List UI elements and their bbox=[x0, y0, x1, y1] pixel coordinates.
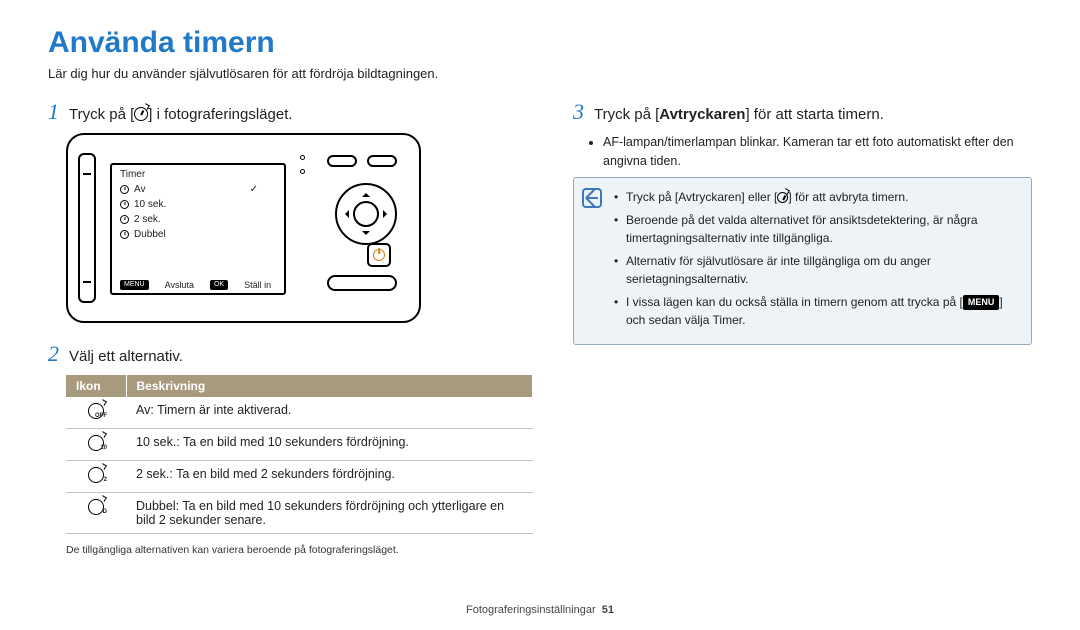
step-number-3: 3 bbox=[573, 99, 584, 125]
power-icon bbox=[367, 243, 391, 267]
step-3-note: AF-lampan/timerlampan blinkar. Kameran t… bbox=[603, 133, 1032, 171]
table-row: 22 sek.: Ta en bild med 2 sekunders förd… bbox=[66, 461, 533, 493]
camera-screen: Timer Av✓ 10 sek. 2 sek. Dubbel MENU Avsl… bbox=[110, 163, 286, 295]
step-2-text: Välj ett alternativ. bbox=[69, 346, 533, 367]
screen-opt-2: 2 sek. bbox=[120, 212, 276, 227]
menu-pill-icon: MENU bbox=[963, 295, 1000, 311]
th-icon: Ikon bbox=[66, 375, 126, 397]
timer-off-icon: OFF bbox=[88, 403, 104, 419]
ok-icon: OK bbox=[210, 280, 228, 290]
timer-icon bbox=[777, 192, 788, 203]
screen-foot-right: Ställ in bbox=[244, 280, 271, 290]
step-number-2: 2 bbox=[48, 341, 59, 367]
screen-opt-10: 10 sek. bbox=[120, 197, 276, 212]
info-item: Alternativ för självutlösare är inte til… bbox=[614, 252, 1019, 288]
timer-icon bbox=[134, 107, 148, 121]
screen-opt-off: Av✓ bbox=[120, 182, 276, 197]
table-footnote: De tillgängliga alternativen kan variera… bbox=[66, 544, 533, 556]
info-item: Beroende på det valda alternativet för a… bbox=[614, 211, 1019, 247]
table-row: DDubbel: Ta en bild med 10 sekunders för… bbox=[66, 493, 533, 534]
timer-double-icon: D bbox=[88, 499, 104, 515]
note-icon bbox=[582, 188, 602, 208]
th-desc: Beskrivning bbox=[126, 375, 533, 397]
info-box: Tryck på [Avtryckaren] eller [] för att … bbox=[573, 177, 1032, 345]
step-1-text: Tryck på [] i fotograferingsläget. bbox=[69, 104, 533, 125]
step-3-sublist: AF-lampan/timerlampan blinkar. Kameran t… bbox=[589, 133, 1032, 171]
step-number-1: 1 bbox=[48, 99, 59, 125]
screen-opt-dubbel: Dubbel bbox=[120, 227, 276, 242]
page-footer: Fotograferingsinställningar 51 bbox=[0, 604, 1080, 616]
page-subtitle: Lär dig hur du använder självutlösaren f… bbox=[48, 66, 1032, 81]
info-item: I vissa lägen kan du också ställa in tim… bbox=[614, 293, 1019, 329]
menu-icon: MENU bbox=[120, 280, 149, 290]
step-3-text: Tryck på [Avtryckaren] för att starta ti… bbox=[594, 104, 1032, 125]
screen-foot-left: Avsluta bbox=[165, 280, 194, 290]
page-title: Använda timern bbox=[48, 26, 1032, 60]
dpad-icon bbox=[335, 183, 397, 245]
timer-2-icon: 2 bbox=[88, 467, 104, 483]
info-item: Tryck på [Avtryckaren] eller [] för att … bbox=[614, 188, 1019, 206]
table-row: 1010 sek.: Ta en bild med 10 sekunders f… bbox=[66, 429, 533, 461]
options-table: Ikon Beskrivning OFFAv: Timern är inte a… bbox=[66, 375, 533, 534]
camera-illustration: Timer Av✓ 10 sek. 2 sek. Dubbel MENU Avsl… bbox=[66, 133, 421, 323]
timer-10-icon: 10 bbox=[88, 435, 104, 451]
table-row: OFFAv: Timern är inte aktiverad. bbox=[66, 397, 533, 429]
screen-title: Timer bbox=[120, 169, 276, 180]
